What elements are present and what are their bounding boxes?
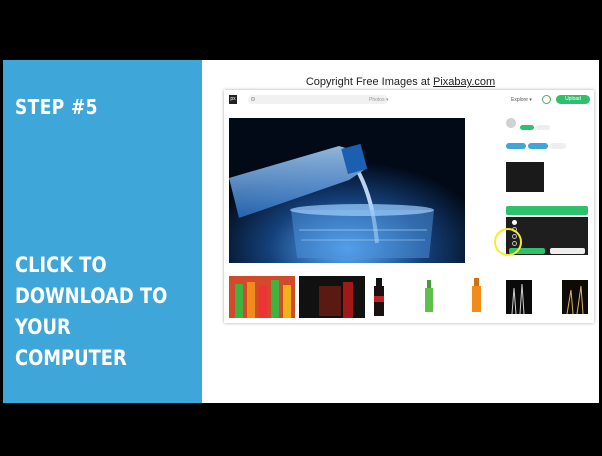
description-line: CLICK TO	[15, 253, 107, 277]
browser-window: px Photos ▾ Explore ▾ Upload	[224, 90, 594, 323]
cursor-highlight	[494, 228, 522, 256]
bottles-dark-image	[506, 280, 532, 314]
pixabay-link[interactable]: Pixabay.com	[433, 76, 495, 88]
thumbnail-cola-glass[interactable]	[299, 276, 365, 318]
step-title: STEP #5	[15, 95, 98, 119]
green-bottle-image	[419, 276, 439, 318]
water-bottle-image	[229, 118, 465, 263]
description-line: COMPUTER	[15, 346, 127, 370]
letterbox-bottom	[0, 403, 602, 456]
thumbnail-green-bottle[interactable]	[419, 276, 439, 318]
explore-menu[interactable]: Explore ▾	[511, 97, 532, 103]
related-thumbnails	[229, 276, 484, 318]
bottles-gold-image	[562, 280, 588, 314]
user-icon[interactable]	[542, 95, 551, 104]
related-image[interactable]	[506, 280, 532, 314]
soda-bottles-image	[229, 276, 295, 318]
header-prefix: Copyright Free Images at	[305, 76, 433, 88]
description-line: DOWNLOAD TO	[15, 284, 168, 308]
thumbnail-orange-bottle[interactable]	[469, 276, 484, 318]
main-photo[interactable]	[229, 118, 465, 263]
letterbox-top	[0, 0, 602, 60]
related-image[interactable]	[562, 280, 588, 314]
favorite-button[interactable]	[528, 143, 548, 149]
search-input[interactable]	[248, 95, 388, 104]
photos-dropdown[interactable]: Photos ▾	[369, 97, 388, 103]
follow-button[interactable]	[520, 125, 534, 130]
site-logo[interactable]: px	[229, 95, 237, 104]
description-line: YOUR	[15, 315, 71, 339]
download-cancel-button[interactable]	[550, 248, 585, 254]
free-download-button[interactable]	[506, 206, 588, 215]
orange-bottle-image	[469, 276, 484, 318]
upload-button[interactable]: Upload	[556, 95, 590, 104]
thumbnail-soda-bottles[interactable]	[229, 276, 295, 318]
like-button[interactable]	[506, 143, 526, 149]
search-icon	[251, 97, 255, 101]
donate-button[interactable]	[536, 125, 550, 130]
author-avatar[interactable]	[506, 118, 516, 128]
dark-bottle-image	[369, 276, 389, 318]
step-description: CLICK TO DOWNLOAD TO YOUR COMPUTER	[15, 250, 211, 374]
cola-glass-image	[299, 276, 365, 318]
sponsored-ad[interactable]	[506, 162, 544, 192]
comment-button[interactable]	[550, 143, 566, 149]
slide-header: Copyright Free Images at Pixabay.com	[202, 76, 599, 88]
thumbnail-dark-bottle[interactable]	[369, 276, 389, 318]
